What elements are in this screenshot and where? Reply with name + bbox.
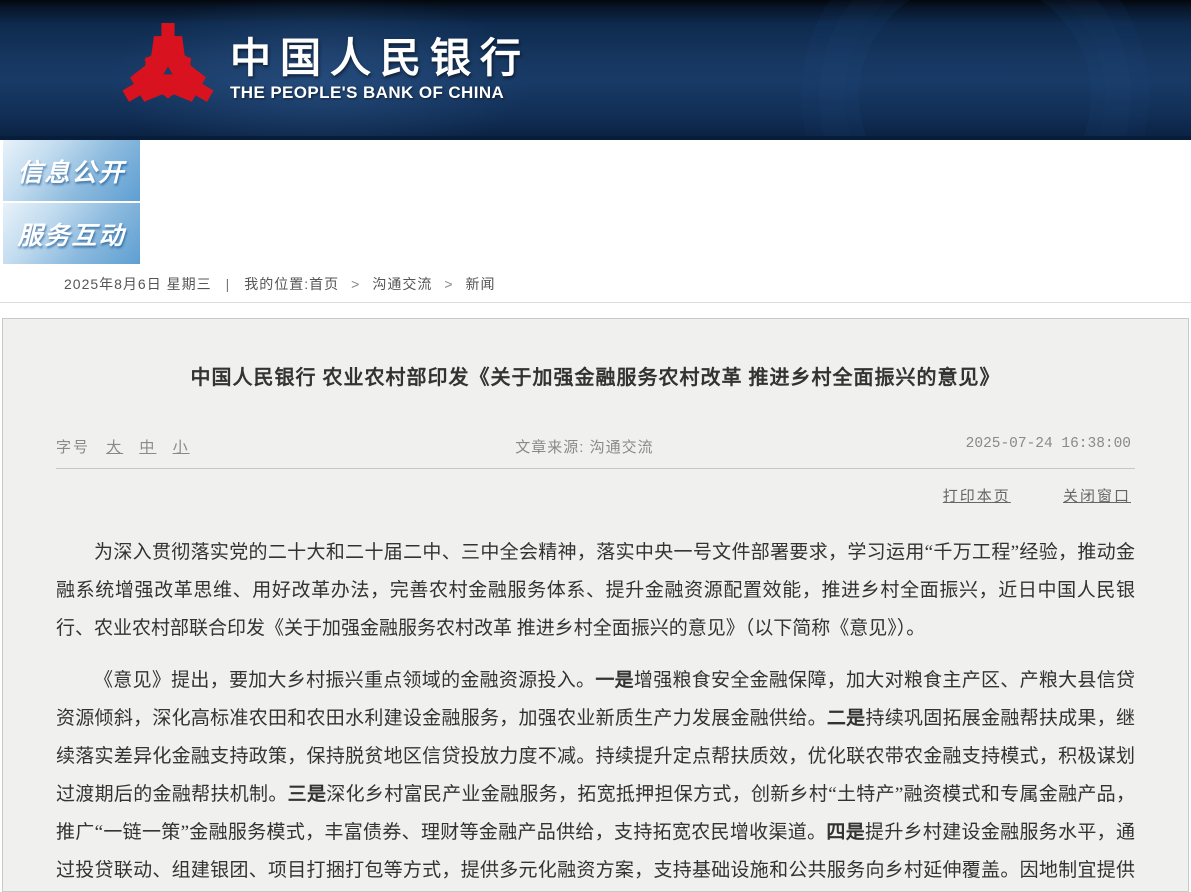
nav-item[interactable]: 市场动态 <box>771 203 876 234</box>
article-paragraph: 《意见》提出，要加大乡村振兴重点领域的金融资源投入。一是增强粮食安全金融保障，加… <box>56 662 1135 892</box>
nav-item[interactable]: 下载中心 <box>457 234 562 265</box>
nav-item[interactable]: 经理国库 <box>352 171 457 202</box>
nav-item[interactable]: 学术交流 <box>667 171 772 202</box>
nav-section: 信息公开新闻发布法律法规货币政策宏观审慎信贷政策金融市场金融稳定调查统计银行会计… <box>0 140 1191 203</box>
nav-item[interactable]: 政务公开 <box>142 203 247 234</box>
nav-item[interactable]: 金融科技 <box>142 171 247 202</box>
brand-text: 中国人民银行 THE PEOPLE'S BANK OF CHINA <box>230 20 530 103</box>
nav-cell-empty <box>981 234 1086 265</box>
nav-item[interactable]: 征信管理 <box>771 171 876 202</box>
nav-menu: 政务公开政策解读公告信息图文直播央行研究音频视频市场动态网上展厅报告下载报刊年鉴… <box>142 203 1191 264</box>
font-size-label: 字号 <box>56 439 90 456</box>
nav-item[interactable]: 人员招录 <box>562 171 667 202</box>
breadcrumb: 2025年8月6日 星期三 | 我的位置: 首页 > 沟通交流 > 新闻 <box>0 266 1191 303</box>
font-size-small-button[interactable]: 小 <box>173 439 190 456</box>
nav-item[interactable]: 反洗钱 <box>876 171 981 202</box>
nav-menu: 新闻发布法律法规货币政策宏观审慎信贷政策金融市场金融稳定调查统计银行会计支付体系… <box>142 140 1191 201</box>
breadcrumb-pipe: | <box>226 276 231 292</box>
site-title-en: THE PEOPLE'S BANK OF CHINA <box>230 83 530 103</box>
header-guilloche-watermark <box>819 0 1131 136</box>
nav-item[interactable]: 网上调查 <box>562 234 667 265</box>
nav-item[interactable]: 国际交往 <box>457 171 562 202</box>
breadcrumb-arrow: > <box>351 276 360 292</box>
nav-item[interactable]: 公告信息 <box>352 203 457 234</box>
nav-section: 服务互动政务公开政策解读公告信息图文直播央行研究音频视频市场动态网上展厅报告下载… <box>0 203 1191 266</box>
nav-item[interactable]: 宏观审慎 <box>457 140 562 171</box>
breadcrumb-home[interactable]: 首页 <box>309 274 339 294</box>
main-nav: 信息公开新闻发布法律法规货币政策宏观审慎信贷政策金融市场金融稳定调查统计银行会计… <box>0 140 1191 266</box>
nav-item[interactable]: 货币政策 <box>352 140 457 171</box>
meta-divider <box>56 468 1135 469</box>
nav-item[interactable]: 法律法规 <box>247 140 352 171</box>
nav-item[interactable]: 央行研究 <box>562 203 667 234</box>
nav-item[interactable]: 政策解读 <box>247 203 352 234</box>
nav-item[interactable]: 图文直播 <box>457 203 562 234</box>
nav-item[interactable]: 金融市场 <box>667 140 772 171</box>
page-action-links: 打印本页 关闭窗口 <box>60 485 1131 506</box>
site-logo-link[interactable]: 中国人民银行 THE PEOPLE'S BANK OF CHINA <box>122 20 530 118</box>
nav-item[interactable]: 支付体系 <box>1086 140 1191 171</box>
pboc-emblem-icon <box>122 20 214 118</box>
article-paragraph: 为深入贯彻落实党的二十大和二十届二中、三中全会精神，落实中央一号文件部署要求，学… <box>56 534 1135 648</box>
nav-item[interactable]: 人民币 <box>247 171 352 202</box>
article-panel: 中国人民银行 农业农村部印发《关于加强金融服务农村改革 推进乡村全面振兴的意见》… <box>2 318 1189 892</box>
current-date: 2025年8月6日 星期三 <box>64 274 212 294</box>
site-title-cn: 中国人民银行 <box>230 36 530 80</box>
nav-item[interactable]: 报刊年鉴 <box>1086 203 1191 234</box>
nav-item[interactable]: 金融知识 <box>771 234 876 265</box>
article-datetime: 2025-07-24 16:38:00 <box>966 436 1131 452</box>
nav-item[interactable]: 党建工作 <box>981 171 1086 202</box>
breadcrumb-arrow: > <box>444 276 453 292</box>
location-label: 我的位置: <box>244 274 309 294</box>
nav-item[interactable]: 新闻发布 <box>142 140 247 171</box>
article-body: 为深入贯彻落实党的二十大和二十届二中、三中全会精神，落实中央一号文件部署要求，学… <box>56 534 1135 892</box>
print-page-link[interactable]: 打印本页 <box>943 488 1011 505</box>
font-size-control: 字号 大 中 小 <box>56 436 190 457</box>
nav-item[interactable]: 音频视频 <box>667 203 772 234</box>
article-meta: 字号 大 中 小 文章来源: 沟通交流 2025-07-24 16:38:00 <box>56 436 1135 458</box>
nav-item[interactable]: 网上展厅 <box>876 203 981 234</box>
nav-section-label[interactable]: 服务互动 <box>3 203 142 264</box>
nav-item[interactable]: 意见征集 <box>667 234 772 265</box>
nav-item[interactable]: 办事大厅 <box>247 234 352 265</box>
font-size-large-button[interactable]: 大 <box>106 439 123 456</box>
site-header: 中国人民银行 THE PEOPLE'S BANK OF CHINA <box>0 0 1191 136</box>
nav-item[interactable]: 调查统计 <box>876 140 981 171</box>
breadcrumb-communication[interactable]: 沟通交流 <box>372 274 432 294</box>
nav-section-label[interactable]: 信息公开 <box>3 140 142 201</box>
nav-item[interactable]: 报告下载 <box>981 203 1086 234</box>
close-window-link[interactable]: 关闭窗口 <box>1063 488 1131 505</box>
nav-cell-empty <box>1086 234 1191 265</box>
breadcrumb-news[interactable]: 新闻 <box>466 274 496 294</box>
nav-item[interactable]: 银行会计 <box>981 140 1086 171</box>
nav-item[interactable]: 信贷政策 <box>562 140 667 171</box>
nav-cell-empty <box>1086 171 1191 202</box>
article-title: 中国人民银行 农业农村部印发《关于加强金融服务农村改革 推进乡村全面振兴的意见》 <box>3 361 1188 390</box>
font-size-medium-button[interactable]: 中 <box>139 439 156 456</box>
article-source: 文章来源: 沟通交流 <box>515 436 653 457</box>
nav-item[interactable]: 关于我们 <box>876 234 981 265</box>
nav-item[interactable]: 金融稳定 <box>771 140 876 171</box>
nav-item[interactable]: 在线申报 <box>352 234 457 265</box>
nav-item[interactable]: 网送文告 <box>142 234 247 265</box>
